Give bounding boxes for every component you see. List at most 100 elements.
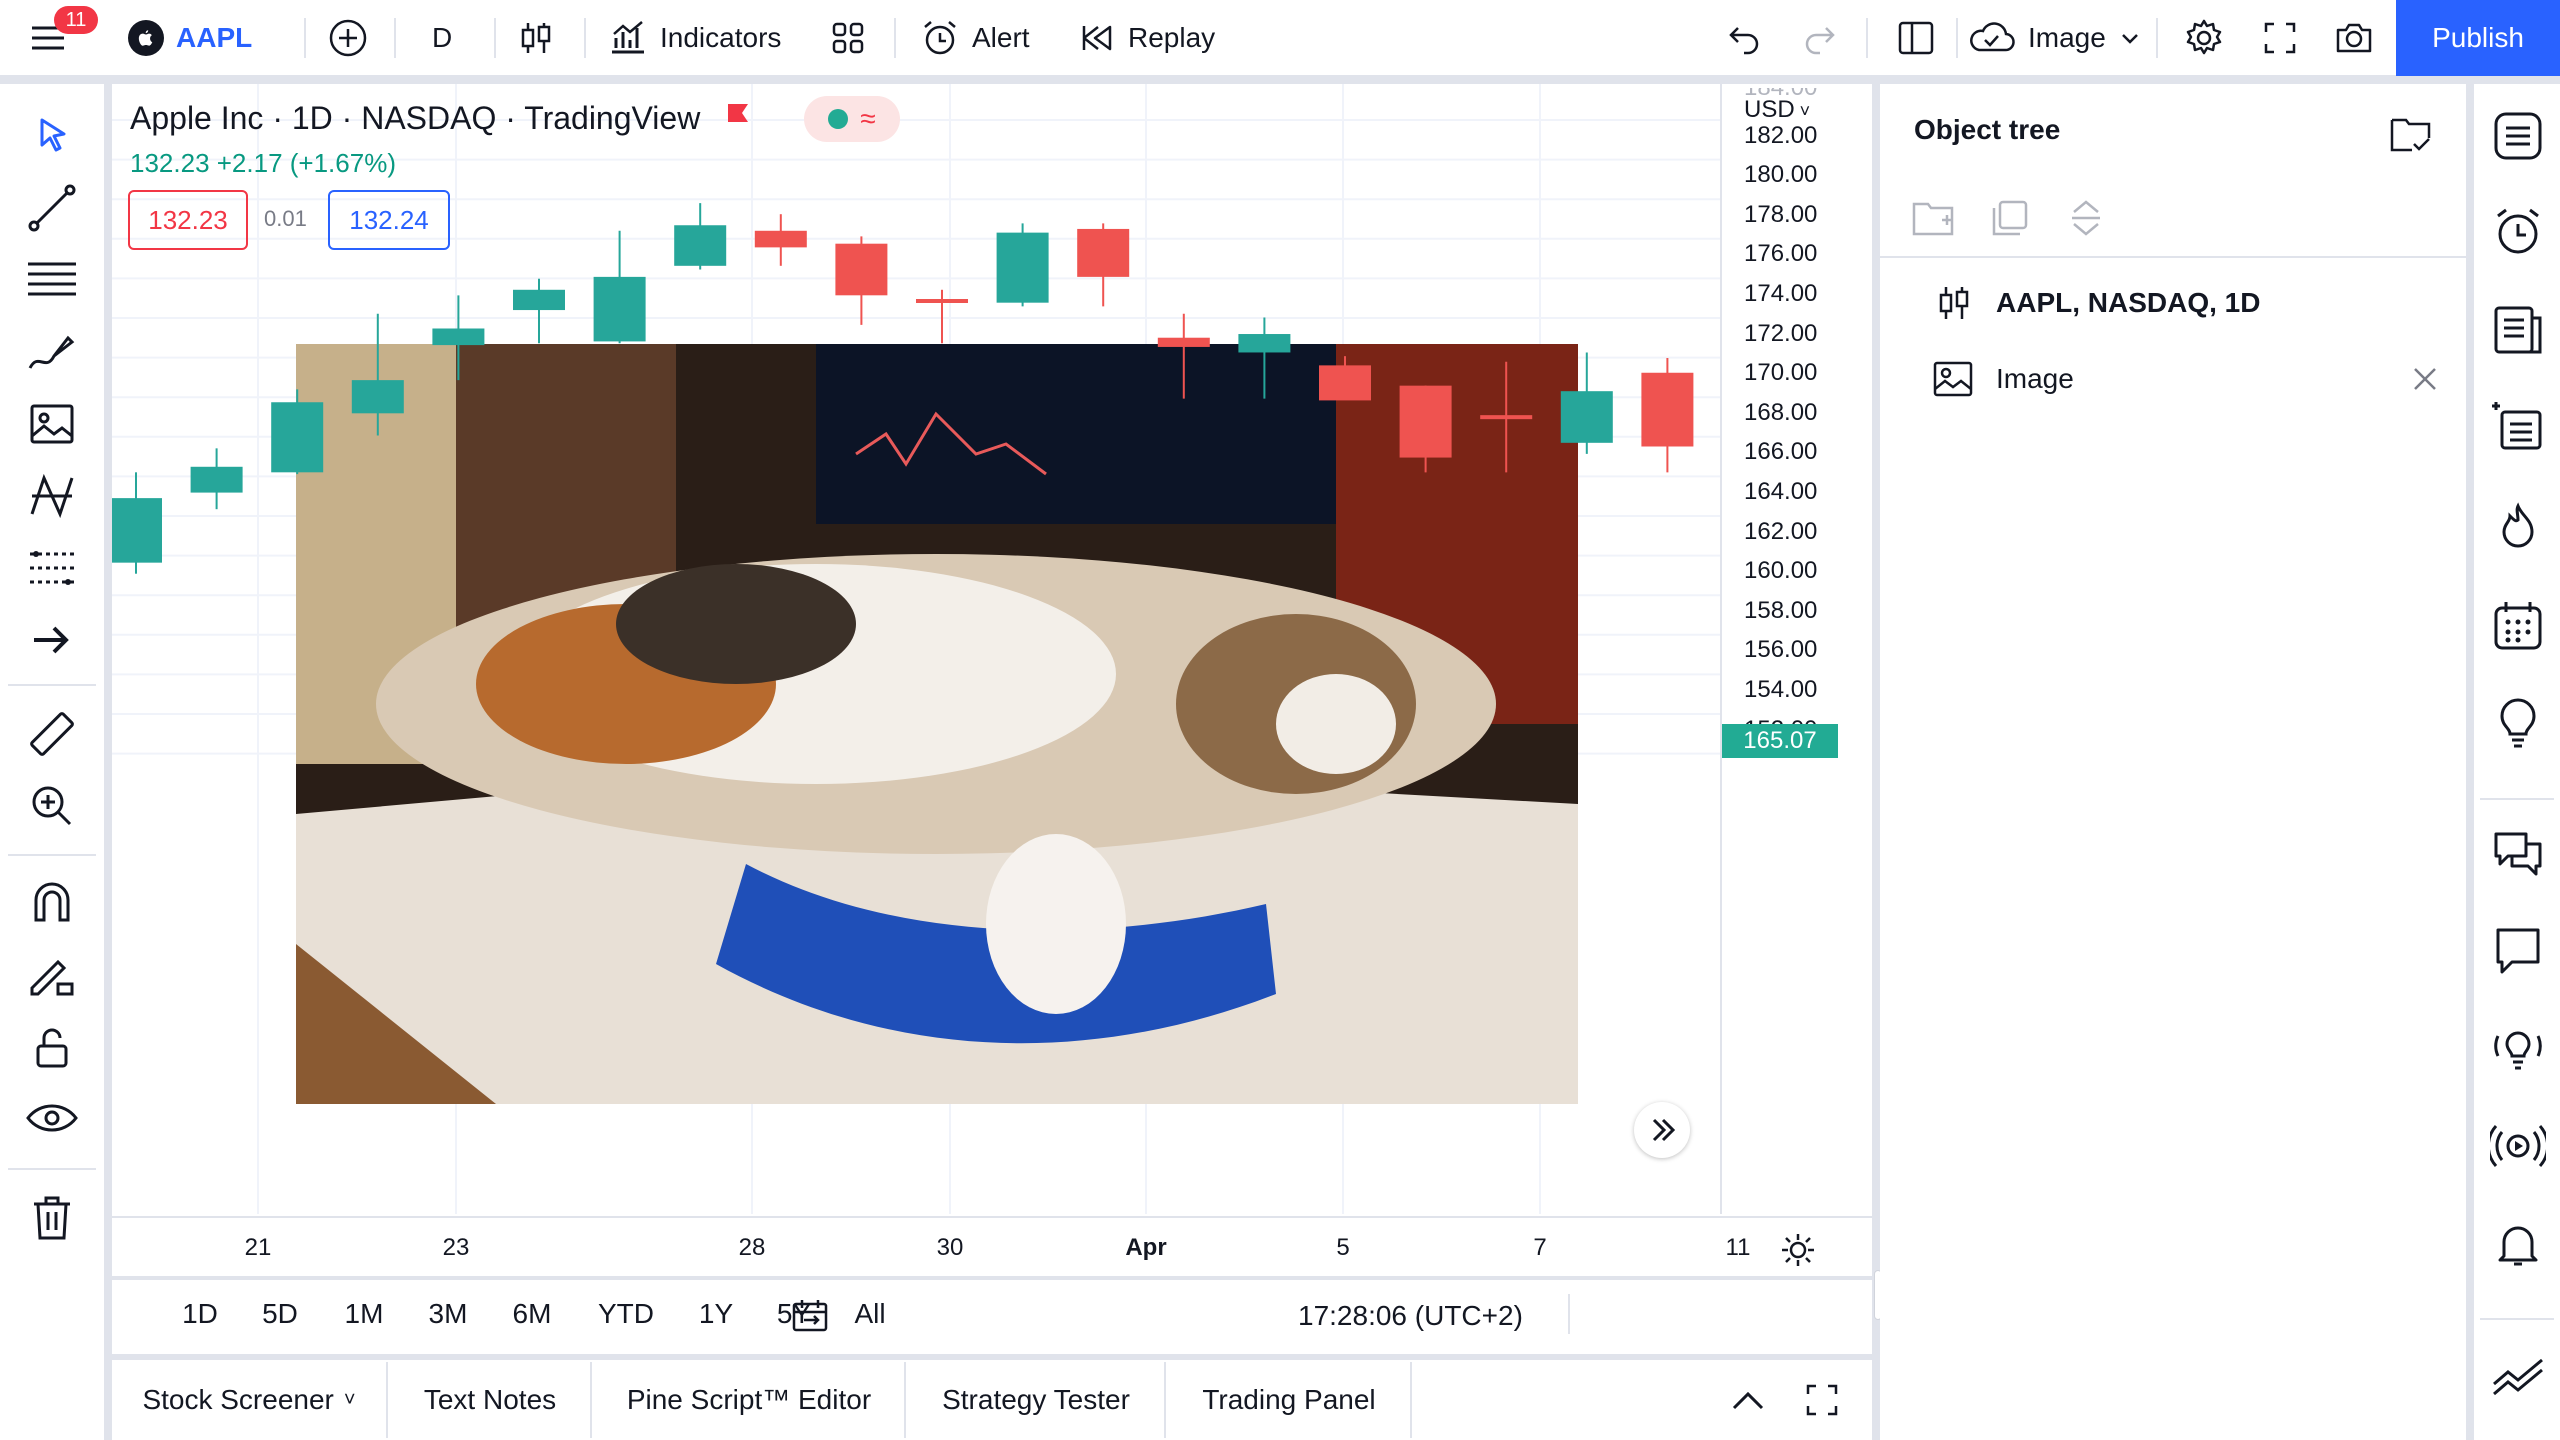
price-axis-label: 182.00: [1744, 121, 1818, 149]
tab-label: Stock Screener: [142, 1384, 334, 1415]
symbol-search-button[interactable]: AAPL: [128, 0, 252, 76]
compare-button[interactable]: [328, 0, 368, 76]
price-axis-label: 158.00: [1744, 596, 1818, 624]
move-order-icon[interactable]: [2066, 198, 2106, 238]
folder-plus-icon[interactable]: [1912, 198, 1956, 238]
ruler-icon[interactable]: [24, 706, 80, 762]
idea-stream-icon[interactable]: [2490, 1020, 2546, 1076]
right-sidebar: [2474, 84, 2560, 1440]
market-open-dot: [828, 109, 849, 129]
streams-icon[interactable]: [2490, 1118, 2546, 1174]
fib-retracement-icon[interactable]: [24, 252, 80, 308]
indicators-label: Indicators: [660, 22, 782, 53]
apple-logo-icon: [128, 20, 164, 56]
indicators-button[interactable]: Indicators: [608, 0, 781, 76]
candle-body: [1238, 334, 1291, 353]
object-tree-icon[interactable]: [2490, 400, 2546, 456]
tab-trading-panel[interactable]: Trading Panel: [1168, 1362, 1412, 1438]
range-button[interactable]: YTD: [598, 1298, 654, 1330]
redo-button[interactable]: [1800, 0, 1840, 76]
trash-icon[interactable]: [24, 1190, 80, 1246]
object-tree-item-series[interactable]: AAPL, NASDAQ, 1D: [1880, 268, 2466, 338]
undo-button[interactable]: [1724, 0, 1764, 76]
sell-price-box[interactable]: 132.23: [128, 190, 248, 250]
separator: [894, 18, 896, 58]
market-status-pill[interactable]: ≈: [804, 96, 900, 142]
chats-icon[interactable]: [2490, 824, 2546, 880]
drawing-toolbar: [0, 84, 104, 1440]
data-window-icon[interactable]: [2490, 302, 2546, 358]
candle-body: [754, 230, 807, 248]
eye-icon[interactable]: [24, 1092, 80, 1148]
replay-button[interactable]: Replay: [1076, 0, 1215, 76]
save-layout-button[interactable]: Image: [1966, 0, 2142, 76]
hotlist-icon[interactable]: [2490, 500, 2546, 556]
object-tree-settings-icon[interactable]: [2388, 112, 2434, 158]
grid-icon: [828, 18, 868, 58]
interval-label: D: [432, 22, 453, 53]
maximize-panel-button[interactable]: [1804, 1382, 1840, 1418]
brush-icon[interactable]: [24, 324, 80, 380]
image-icon: [1932, 359, 1974, 399]
close-icon[interactable]: [2410, 364, 2440, 394]
range-button[interactable]: All: [854, 1298, 885, 1330]
tab-stock-screener[interactable]: Stock Screener ˅: [112, 1362, 388, 1438]
range-button[interactable]: 5D: [262, 1298, 298, 1330]
trend-line-icon[interactable]: [24, 180, 80, 236]
notifications-bell-icon[interactable]: [2490, 1216, 2546, 1272]
range-button[interactable]: 6M: [513, 1298, 552, 1330]
candle-body: [916, 299, 968, 303]
chat-icon[interactable]: [2490, 922, 2546, 978]
alert-button[interactable]: Alert: [920, 0, 1030, 76]
watchlist-icon[interactable]: [2490, 108, 2546, 164]
candle-body: [1157, 337, 1210, 347]
clock-timezone[interactable]: 17:28:06 (UTC+2): [1298, 1300, 1523, 1332]
indicators-icon: [608, 18, 648, 58]
cursor-icon[interactable]: [24, 108, 80, 164]
zoom-in-icon[interactable]: [24, 778, 80, 834]
snapshot-button[interactable]: [2334, 0, 2374, 76]
pattern-icon[interactable]: [24, 468, 80, 524]
image-tool-icon[interactable]: [24, 396, 80, 452]
object-tree-item-image[interactable]: Image: [1880, 344, 2466, 414]
rewind-icon: [1076, 18, 1116, 58]
collapse-panel-button[interactable]: [1730, 1386, 1766, 1414]
settings-button[interactable]: [2184, 0, 2224, 76]
layout-toggle-button[interactable]: [1896, 0, 1936, 76]
buy-price-box[interactable]: 132.24: [328, 190, 450, 250]
scroll-to-realtime-button[interactable]: [1634, 1102, 1690, 1158]
chart-settings-sun-icon[interactable]: [1780, 1232, 1816, 1268]
lock-drawing-icon[interactable]: [24, 948, 80, 1004]
ideas-lightbulb-icon[interactable]: [2490, 696, 2546, 752]
time-axis-label: 28: [738, 1234, 766, 1261]
camera-icon: [2334, 18, 2374, 58]
separator: [1866, 18, 1868, 58]
unlock-icon[interactable]: [24, 1020, 80, 1076]
magnet-icon[interactable]: [24, 876, 80, 932]
range-button[interactable]: 1D: [182, 1298, 218, 1330]
object-tree-panel: Object tree AAPL, NASDAQ, 1D Image: [1880, 84, 2466, 1440]
range-button[interactable]: 3M: [429, 1298, 468, 1330]
chart-type-button[interactable]: [516, 0, 556, 76]
fullscreen-button[interactable]: [2260, 0, 2300, 76]
interval-button[interactable]: D: [432, 0, 452, 76]
forecast-icon[interactable]: [24, 540, 80, 596]
time-scale[interactable]: [112, 1216, 1872, 1276]
tab-strategy-tester[interactable]: Strategy Tester: [908, 1362, 1166, 1438]
separator: [494, 18, 496, 58]
calendar-icon[interactable]: [2490, 598, 2546, 654]
trading-icon[interactable]: [2490, 1344, 2546, 1400]
candle-body: [112, 498, 162, 563]
chevron-down-icon: [2118, 26, 2142, 50]
layouts-button[interactable]: [828, 0, 868, 76]
tab-pine-editor[interactable]: Pine Script™ Editor: [594, 1362, 906, 1438]
range-button[interactable]: 1M: [345, 1298, 384, 1330]
tab-text-notes[interactable]: Text Notes: [390, 1362, 592, 1438]
arrow-icon[interactable]: [24, 612, 80, 668]
alarm-clock-icon[interactable]: [2490, 204, 2546, 260]
goto-date-icon[interactable]: [790, 1298, 830, 1334]
publish-button[interactable]: Publish: [2396, 0, 2560, 76]
range-button[interactable]: 1Y: [699, 1298, 733, 1330]
clone-icon[interactable]: [1990, 198, 2030, 238]
flag-icon[interactable]: [726, 102, 750, 132]
